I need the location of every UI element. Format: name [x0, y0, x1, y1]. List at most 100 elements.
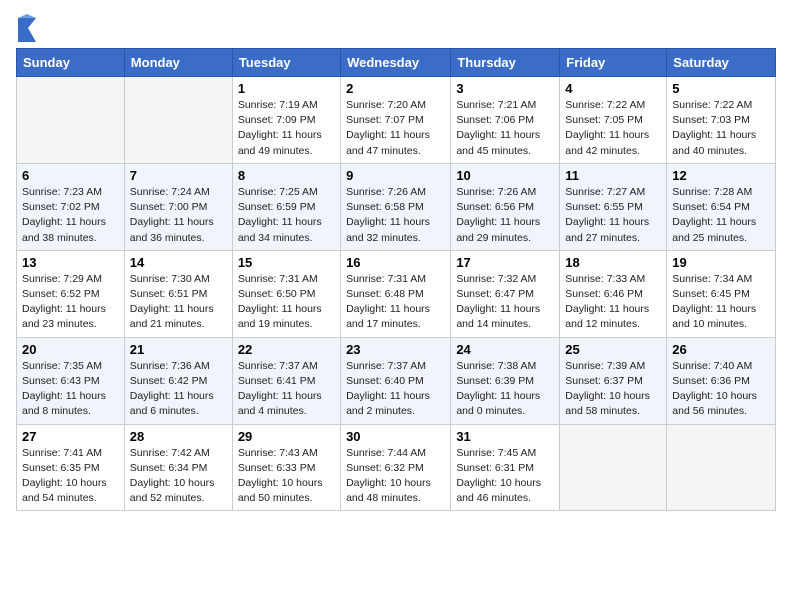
day-detail: Sunrise: 7:35 AM Sunset: 6:43 PM Dayligh…: [22, 359, 119, 420]
calendar-cell: 28 Sunrise: 7:42 AM Sunset: 6:34 PM Dayli…: [124, 424, 232, 511]
page: SundayMondayTuesdayWednesdayThursdayFrid…: [0, 0, 792, 521]
day-number: 22: [238, 342, 335, 357]
day-detail: Sunrise: 7:23 AM Sunset: 7:02 PM Dayligh…: [22, 185, 119, 246]
day-detail: Sunrise: 7:43 AM Sunset: 6:33 PM Dayligh…: [238, 446, 335, 507]
day-number: 6: [22, 168, 119, 183]
calendar-cell: 4 Sunrise: 7:22 AM Sunset: 7:05 PM Daylig…: [560, 77, 667, 164]
day-detail: Sunrise: 7:42 AM Sunset: 6:34 PM Dayligh…: [130, 446, 227, 507]
day-detail: Sunrise: 7:24 AM Sunset: 7:00 PM Dayligh…: [130, 185, 227, 246]
calendar-cell: 20Sunrise: 7:35 AM Sunset: 6:43 PM Dayli…: [17, 337, 125, 424]
day-number: 3: [456, 81, 554, 96]
day-number: 28: [130, 429, 227, 444]
day-detail: Sunrise: 7:19 AM Sunset: 7:09 PM Dayligh…: [238, 98, 335, 159]
day-detail: Sunrise: 7:22 AM Sunset: 7:05 PM Dayligh…: [565, 98, 661, 159]
weekday-header-row: SundayMondayTuesdayWednesdayThursdayFrid…: [17, 49, 776, 77]
calendar-cell: 15 Sunrise: 7:31 AM Sunset: 6:50 PM Dayli…: [232, 250, 340, 337]
day-number: 11: [565, 168, 661, 183]
day-number: 19: [672, 255, 770, 270]
day-number: 8: [238, 168, 335, 183]
day-number: 23: [346, 342, 445, 357]
weekday-header-tuesday: Tuesday: [232, 49, 340, 77]
week-row-4: 20Sunrise: 7:35 AM Sunset: 6:43 PM Dayli…: [17, 337, 776, 424]
day-number: 13: [22, 255, 119, 270]
weekday-header-friday: Friday: [560, 49, 667, 77]
calendar-cell: 23 Sunrise: 7:37 AM Sunset: 6:40 PM Dayli…: [341, 337, 451, 424]
day-detail: Sunrise: 7:25 AM Sunset: 6:59 PM Dayligh…: [238, 185, 335, 246]
calendar-cell: [667, 424, 776, 511]
day-detail: Sunrise: 7:39 AM Sunset: 6:37 PM Dayligh…: [565, 359, 661, 420]
day-detail: Sunrise: 7:37 AM Sunset: 6:41 PM Dayligh…: [238, 359, 335, 420]
calendar-cell: 26 Sunrise: 7:40 AM Sunset: 6:36 PM Dayli…: [667, 337, 776, 424]
calendar-cell: 13 Sunrise: 7:29 AM Sunset: 6:52 PM Dayli…: [17, 250, 125, 337]
calendar-cell: 31Sunrise: 7:45 AM Sunset: 6:31 PM Dayli…: [451, 424, 560, 511]
day-number: 21: [130, 342, 227, 357]
calendar-cell: 1Sunrise: 7:19 AM Sunset: 7:09 PM Daylig…: [232, 77, 340, 164]
day-detail: Sunrise: 7:30 AM Sunset: 6:51 PM Dayligh…: [130, 272, 227, 333]
calendar-cell: 12 Sunrise: 7:28 AM Sunset: 6:54 PM Dayli…: [667, 163, 776, 250]
day-number: 4: [565, 81, 661, 96]
day-detail: Sunrise: 7:22 AM Sunset: 7:03 PM Dayligh…: [672, 98, 770, 159]
calendar-cell: [560, 424, 667, 511]
day-number: 29: [238, 429, 335, 444]
day-number: 17: [456, 255, 554, 270]
day-detail: Sunrise: 7:33 AM Sunset: 6:46 PM Dayligh…: [565, 272, 661, 333]
day-detail: Sunrise: 7:27 AM Sunset: 6:55 PM Dayligh…: [565, 185, 661, 246]
calendar-cell: [124, 77, 232, 164]
calendar-cell: 7 Sunrise: 7:24 AM Sunset: 7:00 PM Daylig…: [124, 163, 232, 250]
day-number: 27: [22, 429, 119, 444]
day-number: 16: [346, 255, 445, 270]
day-detail: Sunrise: 7:40 AM Sunset: 6:36 PM Dayligh…: [672, 359, 770, 420]
weekday-header-sunday: Sunday: [17, 49, 125, 77]
day-detail: Sunrise: 7:29 AM Sunset: 6:52 PM Dayligh…: [22, 272, 119, 333]
day-detail: Sunrise: 7:32 AM Sunset: 6:47 PM Dayligh…: [456, 272, 554, 333]
weekday-header-monday: Monday: [124, 49, 232, 77]
calendar-cell: 18Sunrise: 7:33 AM Sunset: 6:46 PM Dayli…: [560, 250, 667, 337]
weekday-header-thursday: Thursday: [451, 49, 560, 77]
day-detail: Sunrise: 7:38 AM Sunset: 6:39 PM Dayligh…: [456, 359, 554, 420]
weekday-header-wednesday: Wednesday: [341, 49, 451, 77]
day-number: 2: [346, 81, 445, 96]
day-number: 31: [456, 429, 554, 444]
week-row-1: 1Sunrise: 7:19 AM Sunset: 7:09 PM Daylig…: [17, 77, 776, 164]
calendar-cell: 19 Sunrise: 7:34 AM Sunset: 6:45 PM Dayli…: [667, 250, 776, 337]
calendar-cell: 3 Sunrise: 7:21 AM Sunset: 7:06 PM Daylig…: [451, 77, 560, 164]
day-number: 7: [130, 168, 227, 183]
calendar-cell: 10Sunrise: 7:26 AM Sunset: 6:56 PM Dayli…: [451, 163, 560, 250]
day-detail: Sunrise: 7:34 AM Sunset: 6:45 PM Dayligh…: [672, 272, 770, 333]
day-detail: Sunrise: 7:28 AM Sunset: 6:54 PM Dayligh…: [672, 185, 770, 246]
calendar-cell: [17, 77, 125, 164]
logo: [16, 14, 40, 42]
day-detail: Sunrise: 7:37 AM Sunset: 6:40 PM Dayligh…: [346, 359, 445, 420]
day-detail: Sunrise: 7:31 AM Sunset: 6:48 PM Dayligh…: [346, 272, 445, 333]
week-row-3: 13 Sunrise: 7:29 AM Sunset: 6:52 PM Dayli…: [17, 250, 776, 337]
calendar-cell: 11 Sunrise: 7:27 AM Sunset: 6:55 PM Dayli…: [560, 163, 667, 250]
day-detail: Sunrise: 7:31 AM Sunset: 6:50 PM Dayligh…: [238, 272, 335, 333]
calendar-cell: 5 Sunrise: 7:22 AM Sunset: 7:03 PM Daylig…: [667, 77, 776, 164]
header: [16, 10, 776, 42]
day-number: 9: [346, 168, 445, 183]
day-detail: Sunrise: 7:21 AM Sunset: 7:06 PM Dayligh…: [456, 98, 554, 159]
day-number: 14: [130, 255, 227, 270]
day-number: 24: [456, 342, 554, 357]
day-number: 5: [672, 81, 770, 96]
calendar-cell: 14 Sunrise: 7:30 AM Sunset: 6:51 PM Dayli…: [124, 250, 232, 337]
day-number: 12: [672, 168, 770, 183]
logo-icon: [16, 14, 38, 42]
calendar-cell: 2Sunrise: 7:20 AM Sunset: 7:07 PM Daylig…: [341, 77, 451, 164]
calendar-cell: 27 Sunrise: 7:41 AM Sunset: 6:35 PM Dayli…: [17, 424, 125, 511]
day-detail: Sunrise: 7:41 AM Sunset: 6:35 PM Dayligh…: [22, 446, 119, 507]
calendar-cell: 21 Sunrise: 7:36 AM Sunset: 6:42 PM Dayli…: [124, 337, 232, 424]
day-number: 25: [565, 342, 661, 357]
calendar-cell: 29 Sunrise: 7:43 AM Sunset: 6:33 PM Dayli…: [232, 424, 340, 511]
calendar-cell: 8 Sunrise: 7:25 AM Sunset: 6:59 PM Daylig…: [232, 163, 340, 250]
day-number: 26: [672, 342, 770, 357]
calendar-cell: 24 Sunrise: 7:38 AM Sunset: 6:39 PM Dayli…: [451, 337, 560, 424]
day-detail: Sunrise: 7:36 AM Sunset: 6:42 PM Dayligh…: [130, 359, 227, 420]
calendar-table: SundayMondayTuesdayWednesdayThursdayFrid…: [16, 48, 776, 511]
weekday-header-saturday: Saturday: [667, 49, 776, 77]
calendar-cell: 16 Sunrise: 7:31 AM Sunset: 6:48 PM Dayli…: [341, 250, 451, 337]
calendar-cell: 6 Sunrise: 7:23 AM Sunset: 7:02 PM Daylig…: [17, 163, 125, 250]
day-number: 15: [238, 255, 335, 270]
calendar-cell: 17 Sunrise: 7:32 AM Sunset: 6:47 PM Dayli…: [451, 250, 560, 337]
week-row-2: 6 Sunrise: 7:23 AM Sunset: 7:02 PM Daylig…: [17, 163, 776, 250]
